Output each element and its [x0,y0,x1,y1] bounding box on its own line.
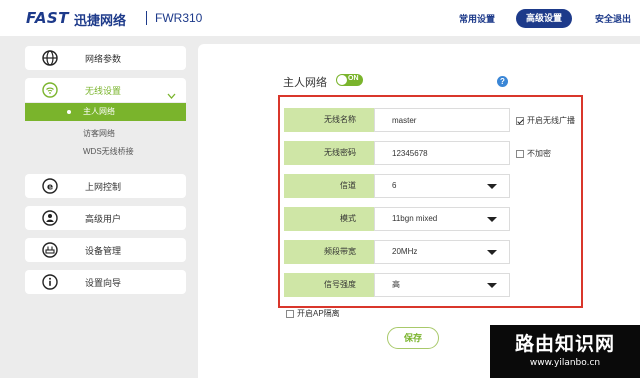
nav-basic-settings[interactable]: 常用设置 [459,12,495,25]
no-encrypt-label: 不加密 [527,149,551,158]
sidebar-item-label: 网络参数 [85,53,122,64]
brand-name: 迅捷网络 [74,13,127,28]
sidebar-group-wireless: 无线设置 主人网络 访客网络 WDS无线桥接 [25,78,186,162]
ssid-label: 无线名称 [284,108,374,132]
no-encrypt-checkbox[interactable]: 不加密 [516,148,551,159]
channel-value: 6 [392,181,397,190]
chevron-down-icon [167,86,176,104]
router-icon [42,242,58,258]
top-bar: FAST 迅捷网络 FWR310 常用设置 高级设置 安全退出 [0,0,640,36]
host-network-toggle[interactable]: ON [336,74,363,86]
channel-label: 信道 [284,174,374,198]
broadcast-checkbox[interactable]: 开启无线广播 [516,115,575,126]
mode-select[interactable]: 11bgn mixed [374,207,510,231]
watermark: 路由知识网 www.yilanbo.cn [490,325,640,378]
ap-isolation-checkbox[interactable]: 开启AP隔离 [286,308,340,319]
mode-value: 11bgn mixed [392,214,438,223]
bandwidth-label: 频段带宽 [284,240,374,264]
sidebar-subitem-wds-bridge[interactable]: WDS无线桥接 [83,146,134,157]
sidebar-subitem-host-network[interactable]: 主人网络 [25,103,186,121]
sidebar-item-advanced-users[interactable]: 高级用户 [25,206,186,230]
sidebar-item-wireless[interactable]: 无线设置 [25,78,186,102]
sidebar-item-network-params[interactable]: 网络参数 [25,46,186,70]
page-title: 主人网络 [283,77,327,89]
channel-select[interactable]: 6 [374,174,510,198]
password-label: 无线密码 [284,141,374,165]
router-model: FWR310 [155,11,203,25]
checkbox-icon [516,149,524,158]
toggle-knob [337,75,347,85]
user-icon [42,210,58,226]
dropdown-caret-icon [487,283,497,288]
nav-logout[interactable]: 安全退出 [595,12,631,25]
globe-icon [42,50,58,66]
dropdown-caret-icon [487,217,497,222]
mode-label: 模式 [284,207,374,231]
nav-advanced-settings[interactable]: 高级设置 [516,9,572,28]
sidebar-item-device-mgmt[interactable]: 设备管理 [25,238,186,262]
broadcast-label: 开启无线广播 [527,116,575,125]
sidebar-item-label: 设置向导 [85,277,122,288]
toggle-state: ON [348,75,359,82]
save-button[interactable]: 保存 [387,327,439,349]
browser-e-icon: e [42,178,58,194]
active-dot-icon [67,110,71,114]
header-divider [146,11,147,25]
wifi-icon [42,82,58,98]
sidebar-item-label: 上网控制 [85,181,122,192]
sidebar-subitem-label: 主人网络 [83,107,115,116]
checkbox-icon [286,309,294,318]
ap-isolation-label: 开启AP隔离 [297,309,340,318]
sidebar-item-internet-control[interactable]: e 上网控制 [25,174,186,198]
signal-strength-label: 信号强度 [284,273,374,297]
sidebar-subitem-guest-network[interactable]: 访客网络 [83,128,115,139]
signal-strength-value: 高 [392,280,400,289]
info-icon [42,274,58,290]
bandwidth-value: 20MHz [392,247,418,256]
svg-text:e: e [47,182,53,192]
watermark-title: 路由知识网 [514,333,615,355]
password-input[interactable] [374,141,510,165]
ssid-input[interactable] [374,108,510,132]
sidebar-item-label: 设备管理 [85,245,122,256]
sidebar-item-setup-wizard[interactable]: 设置向导 [25,270,186,294]
help-icon[interactable]: ? [497,76,508,87]
dropdown-caret-icon [487,250,497,255]
dropdown-caret-icon [487,184,497,189]
signal-strength-select[interactable]: 高 [374,273,510,297]
watermark-url: www.yilanbo.cn [529,358,601,368]
sidebar-item-label: 高级用户 [85,213,122,224]
bandwidth-select[interactable]: 20MHz [374,240,510,264]
checkbox-checked-icon [516,116,524,125]
sidebar-item-label: 无线设置 [85,85,122,96]
fast-logo: FAST [26,9,69,27]
